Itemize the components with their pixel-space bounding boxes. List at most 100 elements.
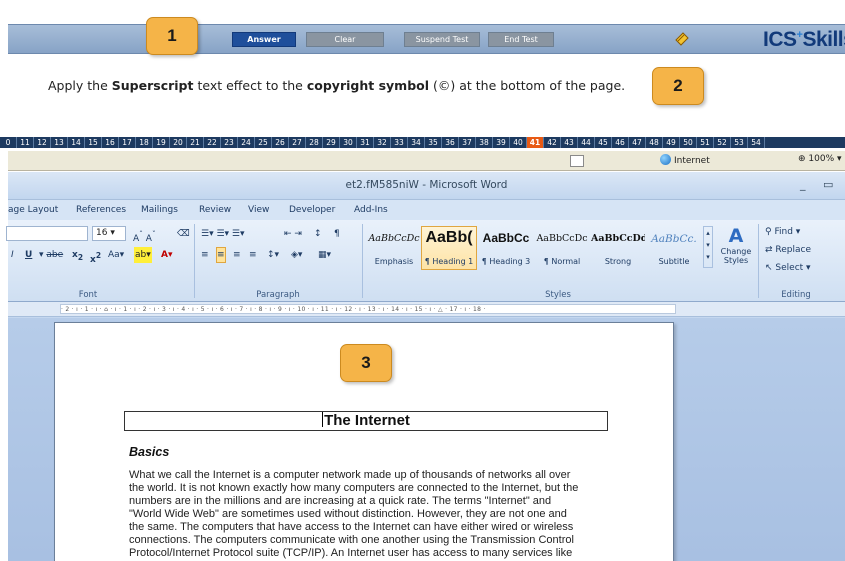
tab-mailings[interactable]: Mailings [141, 205, 178, 215]
question-number-46[interactable]: 46 [612, 137, 629, 148]
question-number-32[interactable]: 32 [374, 137, 391, 148]
styles-scroll-button[interactable]: ▴ ▾ ▾ [703, 226, 713, 268]
question-number-53[interactable]: 53 [731, 137, 748, 148]
replace-button[interactable]: ⇄ Replace [764, 242, 812, 258]
question-number-35[interactable]: 35 [425, 137, 442, 148]
style-sample: AaBbCcDc [368, 233, 420, 244]
tab-references[interactable]: References [76, 205, 126, 215]
question-number-42[interactable]: 42 [544, 137, 561, 148]
suspend-test-button[interactable]: Suspend Test [404, 32, 480, 47]
indent-buttons[interactable]: ⇤ ⇥ [283, 226, 303, 242]
question-number-20[interactable]: 20 [170, 137, 187, 148]
strikethrough-button[interactable]: ▾ abe [38, 247, 64, 263]
font-name-box[interactable] [6, 226, 88, 241]
select-button[interactable]: ↖ Select ▾ [764, 260, 812, 276]
question-number-21[interactable]: 21 [187, 137, 204, 148]
style-heading-1[interactable]: AaBb( ¶ Heading 1 [421, 226, 477, 270]
zoom-control[interactable]: ⊕ 100% ▾ [798, 154, 842, 164]
change-case-button[interactable]: Aa▾ [107, 247, 125, 263]
question-number-50[interactable]: 50 [680, 137, 697, 148]
underline-button[interactable]: U [24, 247, 33, 263]
tab-developer[interactable]: Developer [289, 205, 335, 215]
question-number-23[interactable]: 23 [221, 137, 238, 148]
align-right-button[interactable]: ≡ [232, 247, 242, 263]
clear-formatting-button[interactable]: ⌫ [176, 226, 191, 242]
question-number-54[interactable]: 54 [748, 137, 765, 148]
show-hide-button[interactable]: ¶ [333, 226, 341, 242]
tab-view[interactable]: View [248, 205, 269, 215]
change-styles-button[interactable]: A Change Styles [718, 224, 754, 272]
shading-button[interactable]: ◈▾ [290, 247, 303, 263]
question-number-14[interactable]: 14 [68, 137, 85, 148]
superscript-button[interactable]: x2 [89, 247, 102, 265]
question-number-15[interactable]: 15 [85, 137, 102, 148]
question-number-22[interactable]: 22 [204, 137, 221, 148]
answer-button[interactable]: Answer [232, 32, 296, 47]
question-number-26[interactable]: 26 [272, 137, 289, 148]
style-normal[interactable]: AaBbCcDc ¶ Normal [534, 226, 590, 270]
body-line: Protocol/Internet Protocol suite (TCP/IP… [129, 547, 573, 559]
font-color-button[interactable]: A▾ [160, 247, 173, 263]
question-number-25[interactable]: 25 [255, 137, 272, 148]
question-number-19[interactable]: 19 [153, 137, 170, 148]
find-button[interactable]: ⚲ Find ▾ [764, 224, 801, 240]
question-number-37[interactable]: 37 [459, 137, 476, 148]
clear-button[interactable]: Clear [306, 32, 384, 47]
question-number-38[interactable]: 38 [476, 137, 493, 148]
question-number-36[interactable]: 36 [442, 137, 459, 148]
style-emphasis[interactable]: AaBbCcDc Emphasis [366, 226, 422, 270]
question-number-29[interactable]: 29 [323, 137, 340, 148]
book-icon[interactable] [674, 31, 690, 47]
align-center-button[interactable]: ≡ [216, 247, 226, 263]
question-number-30[interactable]: 30 [340, 137, 357, 148]
bullets-button[interactable]: ☰▾ ☰▾ ☰▾ [200, 226, 245, 242]
group-label-styles: Styles [545, 290, 571, 300]
question-number-49[interactable]: 49 [663, 137, 680, 148]
question-number-43[interactable]: 43 [561, 137, 578, 148]
question-number-0[interactable]: 0 [0, 137, 17, 148]
question-number-18[interactable]: 18 [136, 137, 153, 148]
question-number-51[interactable]: 51 [697, 137, 714, 148]
question-number-34[interactable]: 34 [408, 137, 425, 148]
question-number-47[interactable]: 47 [629, 137, 646, 148]
question-number-11[interactable]: 11 [17, 137, 34, 148]
style-strong[interactable]: AaBbCcDd Strong [590, 226, 646, 270]
question-number-39[interactable]: 39 [493, 137, 510, 148]
font-size-box[interactable]: 16 ▾ [92, 226, 126, 241]
question-number-33[interactable]: 33 [391, 137, 408, 148]
end-test-button[interactable]: End Test [488, 32, 554, 47]
grow-font-button[interactable]: Aˆ Aˇ [132, 226, 157, 244]
question-number-44[interactable]: 44 [578, 137, 595, 148]
question-number-13[interactable]: 13 [51, 137, 68, 148]
question-number-16[interactable]: 16 [102, 137, 119, 148]
question-number-17[interactable]: 17 [119, 137, 136, 148]
maximize-icon[interactable]: ▭ [823, 178, 833, 191]
question-number-40[interactable]: 40 [510, 137, 527, 148]
justify-button[interactable]: ≡ [248, 247, 258, 263]
sort-button[interactable]: ↕ [313, 226, 323, 242]
question-number-27[interactable]: 27 [289, 137, 306, 148]
question-number-31[interactable]: 31 [357, 137, 374, 148]
question-number-24[interactable]: 24 [238, 137, 255, 148]
borders-button[interactable]: ▦▾ [317, 247, 332, 263]
question-number-52[interactable]: 52 [714, 137, 731, 148]
align-left-button[interactable]: ≡ [200, 247, 210, 263]
question-number-41[interactable]: 41 [527, 137, 544, 148]
style-subtitle[interactable]: AaBbCc. Subtitle [646, 226, 702, 270]
style-heading-3[interactable]: AaBbCc ¶ Heading 3 [478, 226, 534, 270]
question-number-45[interactable]: 45 [595, 137, 612, 148]
question-number-48[interactable]: 48 [646, 137, 663, 148]
italic-button[interactable]: I [10, 247, 15, 263]
tab-review[interactable]: Review [199, 205, 231, 215]
subscript-button[interactable]: x2 [71, 247, 84, 263]
question-number-12[interactable]: 12 [34, 137, 51, 148]
tab-add-ins[interactable]: Add-Ins [354, 205, 388, 215]
document-title-box[interactable]: The Internet [124, 411, 608, 431]
minimize-icon[interactable]: _ [800, 178, 806, 191]
line-spacing-button[interactable]: ↕▾ [266, 247, 280, 263]
question-number-28[interactable]: 28 [306, 137, 323, 148]
highlight-color-button[interactable]: ab▾ [134, 247, 152, 263]
horizontal-ruler[interactable]: · 2 · ı · 1 · ı · ⌂ · ı · 1 · ı · 2 · ı … [8, 302, 845, 317]
group-label-font: Font [78, 290, 98, 300]
tab-page-layout[interactable]: age Layout [8, 205, 58, 215]
